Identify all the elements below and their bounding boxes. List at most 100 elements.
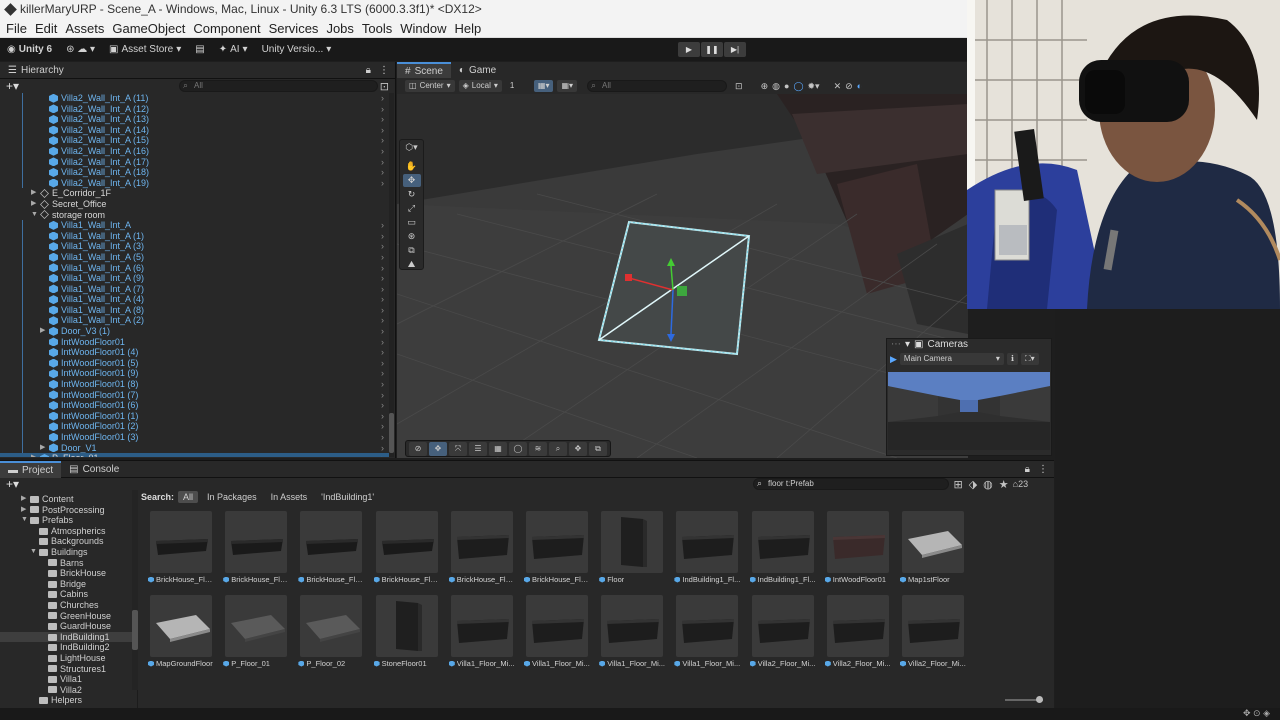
open-prefab-icon[interactable]: › — [381, 178, 384, 189]
hierarchy-row[interactable]: ▶ Door_V3 (1) › — [0, 326, 390, 337]
asset-tile[interactable]: Villa1_Floor_Mi... — [674, 595, 740, 673]
hierarchy-row[interactable]: IntWoodFloor01 (7) › — [0, 389, 390, 401]
open-prefab-icon[interactable]: › — [381, 358, 384, 369]
asset-tile[interactable]: Villa2_Floor_Mi... — [900, 595, 966, 673]
add-dropdown[interactable]: +▾ — [6, 79, 19, 93]
open-prefab-icon[interactable]: › — [381, 157, 384, 168]
asset-tile[interactable]: Floor — [599, 511, 665, 589]
hierarchy-search-input[interactable]: All — [179, 80, 378, 92]
hierarchy-row[interactable]: Villa1_Wall_Int_A (2) › — [0, 315, 390, 327]
hierarchy-row[interactable]: Villa2_Wall_Int_A (14) › — [0, 124, 390, 136]
open-prefab-icon[interactable]: › — [381, 231, 384, 242]
open-prefab-icon[interactable]: › — [381, 315, 384, 326]
open-prefab-icon[interactable]: › — [381, 326, 384, 337]
menu-tools[interactable]: Tools — [358, 21, 396, 36]
search-by-label-icon[interactable]: ⬗ — [969, 478, 977, 491]
lighting-icon[interactable]: ◯ — [793, 81, 803, 92]
open-prefab-icon[interactable]: › — [381, 379, 384, 390]
tab-game[interactable]: ◐ Game — [451, 62, 504, 79]
expand-arrow-icon[interactable]: ▼ — [30, 547, 37, 558]
scope-all[interactable]: All — [178, 491, 199, 503]
open-prefab-icon[interactable]: › — [381, 263, 384, 274]
hierarchy-row[interactable]: ▶ Door_V1 › — [0, 442, 390, 454]
hierarchy-row[interactable]: IntWoodFloor01 (2) › — [0, 421, 390, 432]
hierarchy-row[interactable]: Villa2_Wall_Int_A (18) › — [0, 167, 390, 178]
expand-arrow-icon[interactable]: ▶ — [31, 188, 36, 199]
asset-tile[interactable]: P_Floor_02 — [298, 595, 364, 673]
folder-tree-item[interactable]: Helpers — [0, 695, 137, 706]
tab-console[interactable]: ▤ Console — [61, 461, 127, 478]
rect-tool-icon[interactable]: ▭ — [403, 216, 421, 229]
folder-tree-item[interactable]: GreenHouse — [0, 611, 137, 622]
expand-arrow-icon[interactable]: ▶ — [40, 443, 45, 454]
favorite-icon[interactable]: ★ — [999, 478, 1009, 491]
cloud-dropdown[interactable]: ⊛ ☁ ▾ — [59, 44, 102, 55]
incremental-snap-dropdown[interactable]: ▦▾ — [557, 80, 578, 92]
tab-project[interactable]: ▬ Project — [0, 460, 62, 478]
folder-tree-item[interactable]: BrickHouse — [0, 568, 137, 579]
folder-tree-item[interactable]: Bridge — [0, 579, 137, 590]
expand-arrow-icon[interactable]: ▶ — [21, 505, 26, 516]
move-tool-icon[interactable]: ✥ — [402, 174, 421, 187]
hierarchy-row[interactable]: ▼ storage room — [0, 210, 390, 221]
asset-tile[interactable]: Villa2_Floor_Mi... — [749, 595, 816, 673]
hierarchy-row[interactable]: Villa2_Wall_Int_A (15) › — [0, 135, 390, 146]
hierarchy-row[interactable]: Villa1_Wall_Int_A › — [0, 220, 390, 231]
folder-tree-item[interactable]: GuardHouse — [0, 621, 137, 632]
hierarchy-row[interactable]: IntWoodFloor01 (1) › — [0, 410, 390, 422]
open-prefab-icon[interactable]: › — [381, 443, 384, 454]
hierarchy-row[interactable]: IntWoodFloor01 › — [0, 336, 390, 348]
move-icon[interactable]: ✥ — [429, 442, 447, 456]
open-prefab-icon[interactable]: › — [381, 305, 384, 316]
asset-tile[interactable]: BrickHouse_Flo... — [373, 511, 440, 589]
view-options-icon[interactable]: ⬡▾ — [403, 141, 421, 154]
asset-tile[interactable]: MapGroundFloor — [148, 595, 214, 673]
folder-tree-item[interactable]: ▶ PostProcessing — [0, 505, 137, 516]
audio-mute-icon[interactable]: ✕ — [834, 81, 842, 92]
create-dropdown[interactable]: +▾ — [6, 477, 19, 491]
asset-tile[interactable]: IndBuilding1_Fl... — [749, 511, 816, 589]
open-prefab-icon[interactable]: › — [381, 337, 384, 348]
asset-tile[interactable]: BrickHouse_Flo... — [524, 511, 590, 589]
menu-jobs[interactable]: Jobs — [322, 21, 357, 36]
folder-tree-item[interactable]: Cabins — [0, 589, 137, 600]
open-prefab-icon[interactable]: › — [381, 411, 384, 422]
ai-button[interactable]: ✦ AI ▾ — [212, 44, 255, 55]
folder-tree-item[interactable]: Backgrounds — [0, 536, 137, 547]
project-search-input[interactable]: floor t:Prefab — [753, 478, 950, 490]
pivot-dropdown[interactable]: ◫ Center ▾ — [405, 80, 455, 92]
hierarchy-row[interactable]: IntWoodFloor01 (4) › — [0, 347, 390, 358]
lock-icon[interactable]: 🔒︎ — [1025, 464, 1030, 475]
open-prefab-icon[interactable]: › — [381, 273, 384, 284]
hierarchy-row[interactable]: ▶ Secret_Office — [0, 199, 390, 210]
scale-tool-icon[interactable]: ⤢ — [403, 202, 421, 215]
scene-viewport[interactable]: ⬡▾ ✋ ✥ ↻ ⤢ ▭ ⊛ ⧉ ⛰ ⊘ ✥ ⤧ ☰ ▦ ◯ ≋ ⌕ ✥ ⧉ — [397, 94, 968, 458]
rotate-tool-icon[interactable]: ↻ — [403, 188, 421, 201]
asset-tile[interactable]: BrickHouse_Flo... — [298, 511, 364, 589]
hierarchy-row[interactable]: IntWoodFloor01 (3) › — [0, 432, 390, 443]
open-prefab-icon[interactable]: › — [381, 284, 384, 295]
asset-tile[interactable]: IndBuilding1_Fl... — [674, 511, 740, 589]
orient-icon[interactable]: ⊘ — [409, 442, 427, 456]
folder-tree-item[interactable]: ▶ Content — [0, 494, 137, 505]
lock-icon[interactable]: 🔒︎ — [366, 65, 371, 76]
hierarchy-row[interactable]: IntWoodFloor01 (9) › — [0, 368, 390, 380]
hierarchy-row[interactable]: IntWoodFloor01 (5) › — [0, 357, 390, 369]
open-prefab-icon[interactable]: › — [381, 368, 384, 379]
open-prefab-icon[interactable]: › — [381, 93, 384, 104]
hierarchy-row[interactable]: Villa1_Wall_Int_A (6) › — [0, 262, 390, 274]
hierarchy-row[interactable]: ▶ P_Floor_01 › — [0, 453, 390, 457]
folder-tree-item[interactable]: Villa2 — [0, 685, 137, 696]
fit-icon[interactable]: ⛶▾ — [1020, 353, 1039, 365]
more-icon[interactable]: ⋮ — [1038, 464, 1048, 475]
menu-services[interactable]: Services — [265, 21, 323, 36]
open-prefab-icon[interactable]: › — [381, 167, 384, 178]
hierarchy-scrollbar[interactable] — [389, 93, 394, 457]
custom-tool-icon[interactable]: ⧉ — [403, 244, 421, 257]
scrollbar-thumb[interactable] — [132, 610, 138, 650]
expand-arrow-icon[interactable]: ▼ — [31, 210, 38, 221]
open-prefab-icon[interactable]: › — [381, 432, 384, 443]
asset-tile[interactable]: Villa1_Floor_Mi... — [524, 595, 590, 673]
thumbnail-size-slider[interactable] — [1005, 696, 1043, 703]
open-prefab-icon[interactable]: › — [381, 453, 384, 457]
